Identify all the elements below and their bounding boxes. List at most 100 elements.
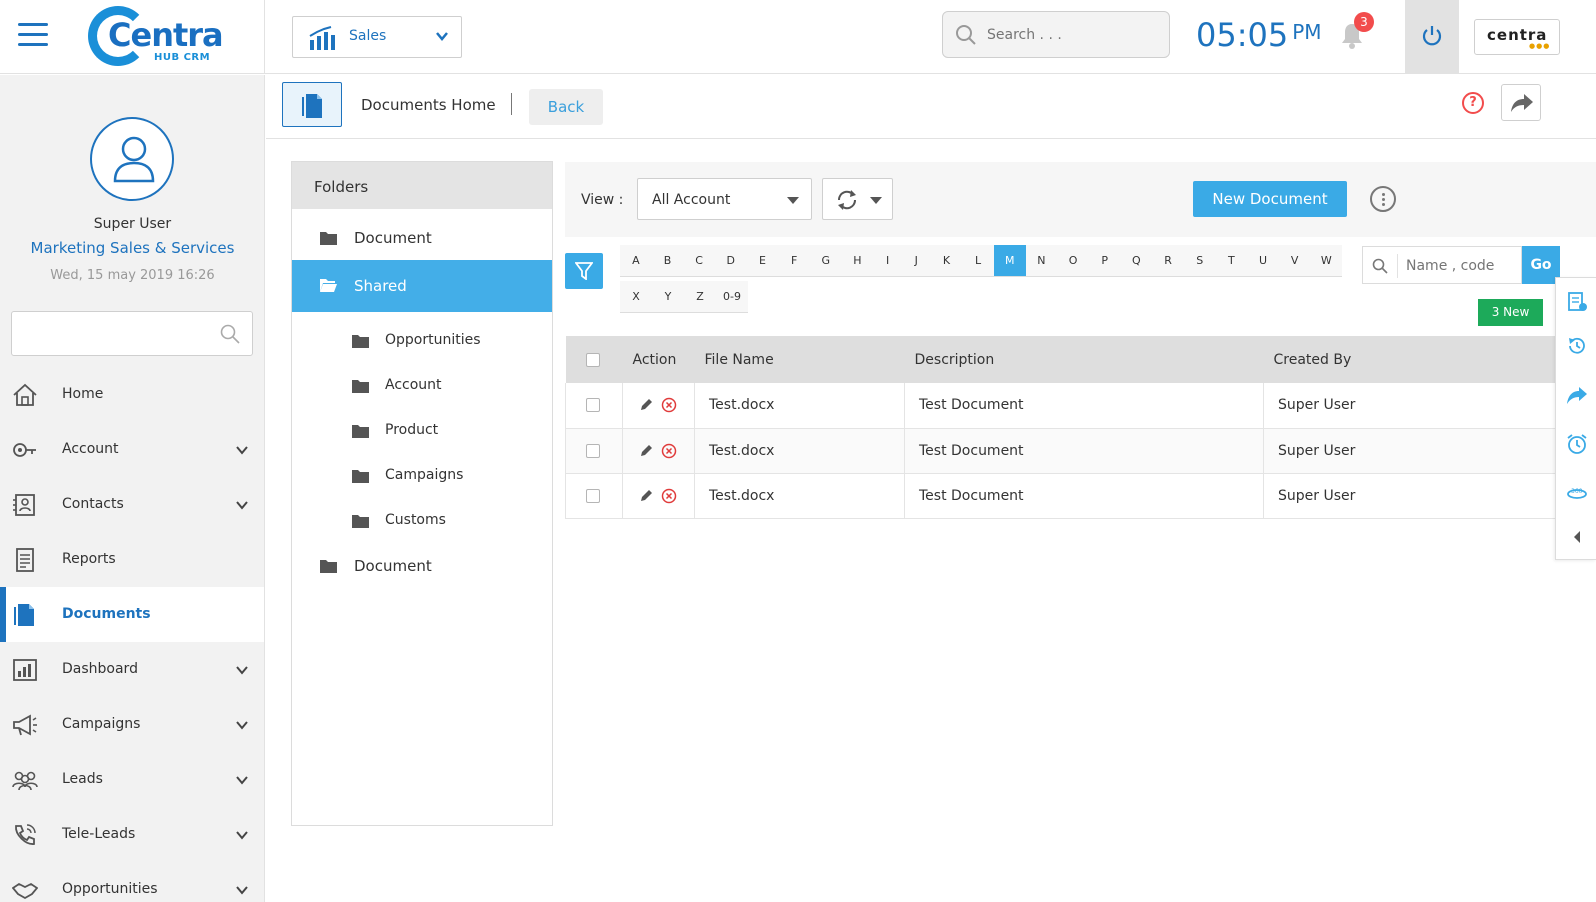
table-row[interactable]: Test.docx Test Document Super User — [565, 428, 1556, 474]
file-name-cell[interactable]: Test.docx — [694, 473, 905, 519]
contacts-icon — [13, 494, 35, 516]
column-header-description[interactable]: Description — [904, 336, 1264, 383]
row-checkbox[interactable] — [586, 443, 600, 458]
view-360-icon[interactable]: 360 — [1566, 482, 1588, 504]
filter-button[interactable] — [565, 253, 603, 289]
alpha-key-o[interactable]: O — [1057, 245, 1089, 277]
sidebar-item-reports[interactable]: Reports — [0, 532, 264, 587]
alpha-key-p[interactable]: P — [1088, 245, 1121, 277]
help-icon[interactable]: ? — [1462, 92, 1484, 114]
documents-home-button[interactable] — [282, 82, 342, 127]
sidebar-search-input[interactable] — [20, 322, 210, 346]
folder-shared[interactable]: Shared — [292, 260, 552, 312]
alpha-key-0-9[interactable]: 0-9 — [716, 281, 748, 313]
new-count-badge[interactable]: 3 New — [1478, 299, 1543, 326]
more-options-icon[interactable] — [1370, 186, 1396, 212]
alphabet-filter: ABCDEFGHIJKLMNOPQRSTUVW X Y Z 0-9 — [620, 245, 1343, 317]
sidebar-item-contacts[interactable]: Contacts — [0, 477, 264, 532]
collapse-left-icon[interactable] — [1566, 526, 1588, 548]
delete-icon[interactable] — [661, 488, 677, 504]
table-row[interactable]: Test.docx Test Document Super User — [565, 473, 1556, 519]
alpha-key-h[interactable]: H — [841, 245, 874, 277]
select-all-checkbox[interactable] — [585, 352, 600, 367]
sidebar-item-label: Opportunities — [62, 881, 158, 897]
alpha-key-s[interactable]: S — [1183, 245, 1216, 277]
hamburger-menu-icon[interactable] — [18, 23, 48, 47]
alpha-key-x[interactable]: X — [620, 281, 652, 313]
column-header-file-name[interactable]: File Name — [694, 336, 905, 383]
row-checkbox[interactable] — [586, 488, 600, 503]
sidebar-item-leads[interactable]: Leads — [0, 752, 264, 807]
new-document-button[interactable]: New Document — [1193, 181, 1347, 217]
sidebar-item-account[interactable]: Account — [0, 422, 264, 477]
row-checkbox[interactable] — [586, 398, 600, 413]
alpha-key-u[interactable]: U — [1247, 245, 1279, 277]
alpha-key-r[interactable]: R — [1152, 245, 1184, 277]
sidebar-item-label: Reports — [62, 551, 116, 567]
view-select[interactable]: All Account — [637, 178, 812, 220]
sidebar-item-dashboard[interactable]: Dashboard — [0, 642, 264, 697]
delete-icon[interactable] — [661, 397, 677, 413]
sidebar-search[interactable] — [11, 311, 253, 356]
alpha-key-t[interactable]: T — [1215, 245, 1248, 277]
alpha-key-m[interactable]: M — [993, 245, 1026, 277]
alarm-clock-icon[interactable] — [1566, 433, 1588, 455]
power-icon — [1422, 26, 1442, 46]
share-button[interactable] — [1501, 84, 1541, 121]
chevron-down-icon — [436, 32, 448, 41]
name-code-search[interactable] — [1362, 246, 1522, 284]
folder-opportunities[interactable]: Opportunities — [292, 318, 552, 363]
centra-hub-logo[interactable]: Centra HUB CRM — [88, 6, 224, 68]
table-row[interactable]: Test.docx Test Document Super User — [565, 383, 1556, 429]
alpha-key-i[interactable]: I — [873, 245, 902, 277]
alpha-key-b[interactable]: B — [651, 245, 684, 277]
folder-product[interactable]: Product — [292, 408, 552, 453]
alpha-key-z[interactable]: Z — [684, 281, 716, 313]
back-button[interactable]: Back — [529, 89, 603, 125]
sidebar-item-opportunities[interactable]: Opportunities — [0, 862, 264, 902]
folder-account[interactable]: Account — [292, 363, 552, 408]
alpha-key-c[interactable]: C — [683, 245, 715, 277]
alpha-key-w[interactable]: W — [1310, 245, 1343, 277]
file-name-cell[interactable]: Test.docx — [694, 428, 905, 474]
avatar[interactable] — [90, 117, 174, 201]
folder-customs[interactable]: Customs — [292, 498, 552, 543]
global-search[interactable] — [942, 11, 1170, 58]
sidebar-item-documents[interactable]: Documents — [0, 587, 264, 642]
delete-icon[interactable] — [661, 443, 677, 459]
alpha-key-f[interactable]: F — [778, 245, 810, 277]
alpha-key-v[interactable]: V — [1278, 245, 1311, 277]
alpha-key-a[interactable]: A — [620, 245, 652, 277]
folder-campaigns[interactable]: Campaigns — [292, 453, 552, 498]
sidebar-item-tele-leads[interactable]: Tele-Leads — [0, 807, 264, 862]
history-icon[interactable] — [1566, 335, 1588, 357]
alpha-key-y[interactable]: Y — [652, 281, 684, 313]
refresh-button[interactable] — [822, 178, 893, 220]
column-header-created-by[interactable]: Created By — [1263, 336, 1556, 383]
alpha-key-g[interactable]: G — [809, 245, 842, 277]
clipboard-check-icon[interactable] — [1566, 290, 1588, 312]
folder-document[interactable]: Document — [292, 215, 552, 260]
file-name-cell[interactable]: Test.docx — [694, 383, 905, 429]
pencil-icon[interactable] — [639, 444, 653, 458]
folder-icon — [320, 560, 337, 573]
alpha-key-k[interactable]: K — [930, 245, 963, 277]
logout-button[interactable] — [1405, 0, 1459, 73]
global-search-input[interactable] — [987, 22, 1157, 48]
module-label: Sales — [349, 28, 387, 44]
folder-document-2[interactable]: Document — [292, 543, 552, 588]
alpha-key-d[interactable]: D — [714, 245, 747, 277]
share-arrow-icon[interactable] — [1566, 384, 1588, 406]
sidebar-item-home[interactable]: Home — [0, 367, 264, 422]
alpha-key-j[interactable]: J — [901, 245, 931, 277]
alpha-key-q[interactable]: Q — [1120, 245, 1153, 277]
alpha-key-e[interactable]: E — [746, 245, 779, 277]
alpha-key-n[interactable]: N — [1025, 245, 1058, 277]
name-code-input[interactable] — [1397, 254, 1517, 278]
pencil-icon[interactable] — [639, 398, 653, 412]
document-icon — [302, 94, 322, 118]
pencil-icon[interactable] — [639, 489, 653, 503]
alpha-key-l[interactable]: L — [962, 245, 994, 277]
module-selector[interactable]: Sales — [292, 16, 462, 58]
sidebar-item-campaigns[interactable]: Campaigns — [0, 697, 264, 752]
